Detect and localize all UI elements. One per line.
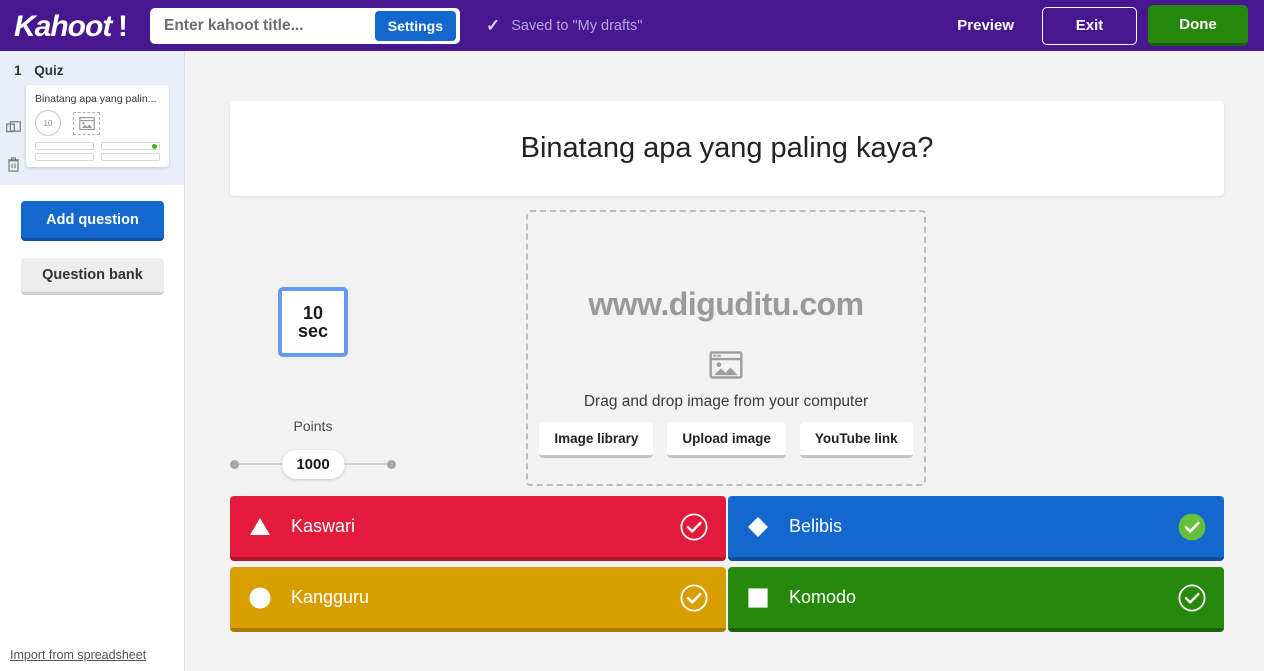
slide-question-preview: Binatang apa yang palin... [35,93,160,105]
answer-tile-kangguru[interactable]: Kangguru [230,567,726,632]
question-bank-button[interactable]: Question bank [21,258,164,295]
triangle-icon [247,514,273,540]
question-editor-canvas: Binatang apa yang paling kaya? 10 sec Po… [185,51,1264,671]
slide-answer-bar [35,153,94,161]
done-button[interactable]: Done [1148,5,1248,46]
timer-value: 10 [303,304,323,322]
square-icon [745,585,771,611]
youtube-link-button[interactable]: YouTube link [800,422,913,458]
question-title-field[interactable]: Binatang apa yang paling kaya? [230,101,1224,196]
points-slider[interactable]: 1000 [230,449,396,479]
slide-timer-badge: 10 [35,110,61,136]
exit-button[interactable]: Exit [1042,7,1137,45]
sidebar-actions: Add question Question bank [0,185,184,295]
answer-tile-belibis[interactable]: Belibis [728,496,1224,561]
saved-status-text: Saved to "My drafts" [511,18,642,34]
timer-selector[interactable]: 10 sec [278,287,348,357]
slide-answer-row [35,153,160,161]
answer-grid: Kaswari Belibis [230,496,1224,632]
kahoot-title-group: Settings [150,8,460,44]
question-text: Binatang apa yang paling kaya? [521,132,934,165]
saved-status: ✓ Saved to "My drafts" [486,17,642,34]
timer-unit: sec [298,322,328,340]
dropzone-instruction: Drag and drop image from your computer [584,393,868,411]
image-library-button[interactable]: Image library [539,422,653,458]
svg-text:!: ! [118,10,128,43]
slide-answer-bar [35,142,94,150]
slide-answer-bar [101,153,160,161]
points-slider-right-dot[interactable] [387,460,396,469]
svg-text:Kahoot: Kahoot [14,10,114,43]
image-placeholder-icon [73,112,100,135]
preview-button[interactable]: Preview [943,9,1028,42]
slide-strip: 1 Quiz B [0,51,184,185]
media-dropzone[interactable]: www.diguditu.com Drag and drop image fro… [526,210,926,486]
mark-correct-toggle[interactable] [679,583,709,613]
question-sidebar: 1 Quiz B [0,51,185,671]
slide-answer-row [35,142,160,150]
slide-tools [0,85,26,173]
points-slider-track-left [239,463,283,466]
add-question-button[interactable]: Add question [21,201,164,241]
correct-dot [152,144,157,149]
settings-button[interactable]: Settings [375,11,456,41]
upload-image-button[interactable]: Upload image [667,422,786,458]
watermark-text: www.diguditu.com [528,286,924,323]
circle-icon [247,585,273,611]
answer-text: Belibis [789,516,1177,537]
answer-tile-kaswari[interactable]: Kaswari [230,496,726,561]
slide-type-label: Quiz [34,63,63,78]
header-actions: Preview Exit Done [943,5,1264,46]
check-icon: ✓ [486,17,500,34]
answer-text: Kangguru [291,587,679,608]
slide-thumbnail-card[interactable]: Binatang apa yang palin... 10 [26,85,169,167]
points-slider-track-right [344,463,388,466]
import-from-spreadsheet-link[interactable]: Import from spreadsheet [10,648,146,662]
mark-correct-toggle-active[interactable] [1177,512,1207,542]
answer-text: Kaswari [291,516,679,537]
top-header-bar: Kahoot ! Settings ✓ Saved to "My drafts"… [0,0,1264,51]
kahoot-logo[interactable]: Kahoot ! [0,9,150,43]
mark-correct-toggle[interactable] [679,512,709,542]
answer-text: Komodo [789,587,1177,608]
points-label: Points [230,418,396,434]
slide-row: Binatang apa yang palin... 10 [0,85,184,173]
slide-thumbnail-meta: 10 [35,110,160,136]
duplicate-icon[interactable] [6,121,21,136]
answer-tile-komodo[interactable]: Komodo [728,567,1224,632]
diamond-icon [745,514,771,540]
media-source-buttons: Image library Upload image YouTube link [539,422,912,458]
points-slider-left-dot[interactable] [230,460,239,469]
slide-answer-bar-correct [101,142,160,150]
points-value[interactable]: 1000 [282,450,345,479]
image-placeholder-icon [709,351,743,379]
kahoot-title-input[interactable] [150,9,375,43]
slide-header: 1 Quiz [0,59,184,85]
mark-correct-toggle[interactable] [1177,583,1207,613]
trash-icon[interactable] [6,156,21,173]
slide-number: 1 [14,63,22,78]
